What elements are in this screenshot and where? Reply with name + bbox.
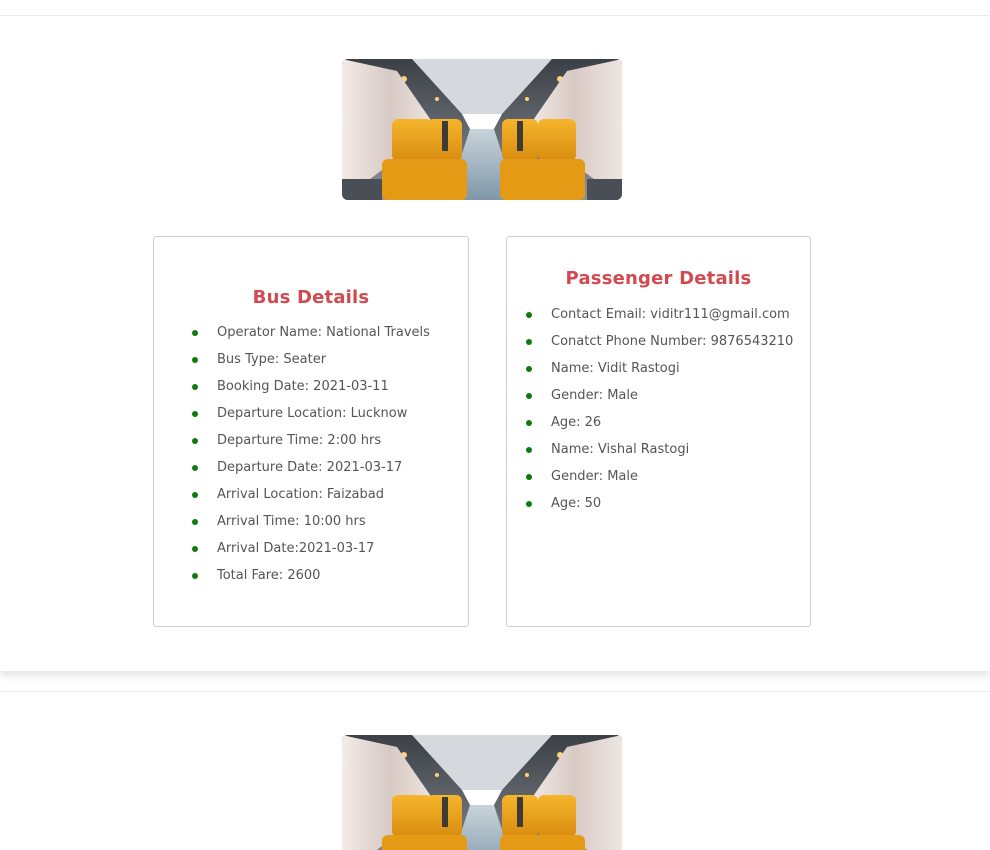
bullet-dot-icon [526,366,532,372]
bus-interior-image [342,59,622,200]
bus-type: Bus Type: Seater [217,352,327,367]
operator-name: Operator Name: National Travels [217,325,430,340]
bullet-dot-icon [526,447,532,453]
bullet-dot-icon [192,384,198,390]
list-item: Age: 26 [507,414,810,441]
list-item: Contact Email: viditr111@gmail.com [507,306,810,333]
booking-card [0,691,990,850]
passenger-name: Name: Vidit Rastogi [551,361,680,376]
list-item: Conatct Phone Number: 9876543210 [507,333,810,360]
bullet-dot-icon [526,501,532,507]
passenger-age: Age: 50 [551,496,602,511]
departure-time: Departure Time: 2:00 hrs [217,433,382,448]
list-item: Name: Vidit Rastogi [507,360,810,387]
bullet-dot-icon [526,339,532,345]
list-item: Age: 50 [507,495,810,522]
departure-location: Departure Location: Lucknow [217,406,408,421]
bullet-dot-icon [192,519,198,525]
bullet-dot-icon [192,573,198,579]
list-item: Departure Location: Lucknow [154,405,468,432]
total-fare: Total Fare: 2600 [217,568,321,583]
bus-interior-image [342,735,622,850]
contact-phone: Conatct Phone Number: 9876543210 [551,334,794,349]
passenger-name: Name: Vishal Rastogi [551,442,690,457]
arrival-time: Arrival Time: 10:00 hrs [217,514,366,529]
bullet-dot-icon [192,438,198,444]
passenger-age: Age: 26 [551,415,602,430]
list-item: Arrival Location: Faizabad [154,486,468,513]
list-item: Booking Date: 2021-03-11 [154,378,468,405]
bus-details-title: Bus Details [252,287,370,308]
list-item: Total Fare: 2600 [154,567,468,594]
bus-interior-illustration [342,735,622,850]
booking-card: Bus Details Operator Name: National Trav… [0,16,990,671]
list-item: Operator Name: National Travels [154,324,468,351]
bus-details-box: Bus Details Operator Name: National Trav… [153,236,469,627]
bullet-dot-icon [192,357,198,363]
bullet-dot-icon [192,492,198,498]
bullet-dot-icon [192,465,198,471]
bullet-dot-icon [526,474,532,480]
bullet-dot-icon [526,312,532,318]
list-item: Arrival Time: 10:00 hrs [154,513,468,540]
bus-details-list: Operator Name: National Travels Bus Type… [154,324,468,594]
bullet-dot-icon [192,546,198,552]
bullet-dot-icon [192,411,198,417]
passenger-details-title: Passenger Details [565,268,752,289]
bullet-dot-icon [192,330,198,336]
bullet-dot-icon [526,393,532,399]
list-item: Gender: Male [507,387,810,414]
contact-email: Contact Email: viditr111@gmail.com [551,307,790,322]
booking-history-page: Bus Details Operator Name: National Trav… [0,0,990,850]
booking-date: Booking Date: 2021-03-11 [217,379,389,394]
passenger-gender: Gender: Male [551,469,638,484]
list-item: Bus Type: Seater [154,351,468,378]
bus-interior-illustration [342,59,622,200]
list-item: Name: Vishal Rastogi [507,441,810,468]
bullet-dot-icon [526,420,532,426]
passenger-details-list: Contact Email: viditr111@gmail.com Conat… [507,306,810,522]
list-item: Departure Time: 2:00 hrs [154,432,468,459]
passenger-details-box: Passenger Details Contact Email: viditr1… [506,236,811,627]
list-item: Departure Date: 2021-03-17 [154,459,468,486]
arrival-location: Arrival Location: Faizabad [217,487,384,502]
list-item: Arrival Date:2021-03-17 [154,540,468,567]
arrival-date: Arrival Date:2021-03-17 [217,541,375,556]
list-item: Gender: Male [507,468,810,495]
departure-date: Departure Date: 2021-03-17 [217,460,403,475]
passenger-gender: Gender: Male [551,388,638,403]
